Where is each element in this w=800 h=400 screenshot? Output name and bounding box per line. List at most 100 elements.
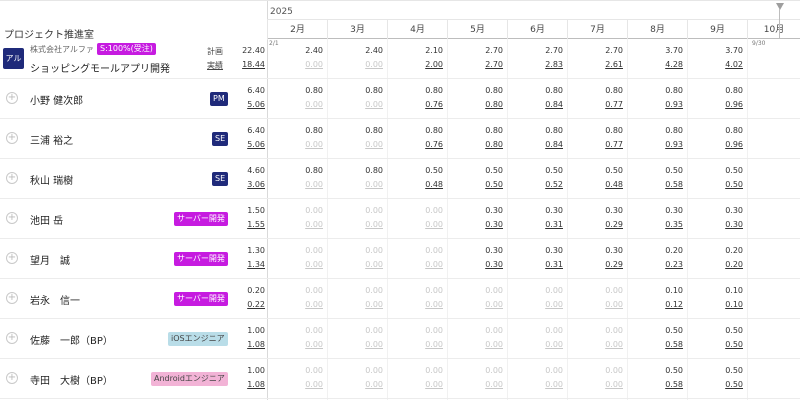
actual-cell[interactable]: 0.00: [328, 340, 383, 349]
plan-cell[interactable]: 2.40: [328, 46, 383, 55]
actual-cell[interactable]: 0.96: [688, 140, 743, 149]
member-name[interactable]: 佐藤 一郎（BP）: [30, 332, 113, 347]
plan-cell[interactable]: 0.80: [628, 126, 683, 135]
actual-cell[interactable]: 0.00: [388, 300, 443, 309]
plan-cell[interactable]: 0.00: [268, 366, 323, 375]
actual-cell[interactable]: 0.50: [688, 380, 743, 389]
actual-cell[interactable]: 0.20: [688, 260, 743, 269]
actual-cell[interactable]: 0.00: [268, 180, 323, 189]
actual-cell[interactable]: 0.77: [568, 140, 623, 149]
member-row[interactable]: + 小野 健次郎 PM 6.40 5.06 0.80 0.80 0.80 0.80 0.80 0.8…: [0, 79, 800, 119]
actual-cell[interactable]: 0.58: [628, 380, 683, 389]
plan-cell[interactable]: 0.50: [688, 326, 743, 335]
actual-cell[interactable]: 0.00: [268, 340, 323, 349]
actual-cell[interactable]: 0.48: [568, 180, 623, 189]
plan-cell[interactable]: 0.20: [628, 246, 683, 255]
member-name[interactable]: 小野 健次郎: [30, 92, 83, 107]
actual-cell[interactable]: 0.80: [448, 100, 503, 109]
actual-cell[interactable]: 0.96: [688, 100, 743, 109]
actual-cell[interactable]: 0.84: [508, 140, 563, 149]
actual-cell[interactable]: 0.00: [388, 380, 443, 389]
member-row[interactable]: + 秋山 瑞樹 SE 4.60 3.06 0.80 0.80 0.50 0.50 0.50 0.50…: [0, 159, 800, 199]
actual-cell[interactable]: 0.00: [448, 380, 503, 389]
actual-cell[interactable]: 0.00: [448, 300, 503, 309]
actual-cell[interactable]: 0.10: [688, 300, 743, 309]
plan-cell[interactable]: 2.40: [268, 46, 323, 55]
actual-cell[interactable]: 0.00: [268, 60, 323, 69]
plan-cell[interactable]: 0.80: [268, 126, 323, 135]
plan-cell[interactable]: 0.00: [508, 286, 563, 295]
plan-cell[interactable]: 0.80: [388, 86, 443, 95]
plan-cell[interactable]: 0.50: [388, 166, 443, 175]
plan-cell[interactable]: 0.00: [268, 206, 323, 215]
actual-cell[interactable]: 0.00: [328, 220, 383, 229]
plan-cell[interactable]: 0.00: [388, 366, 443, 375]
plan-cell[interactable]: 0.00: [388, 286, 443, 295]
plan-cell[interactable]: 0.80: [268, 86, 323, 95]
plan-cell[interactable]: 0.80: [688, 86, 743, 95]
plan-cell[interactable]: 0.00: [328, 286, 383, 295]
actual-cell[interactable]: 0.00: [508, 300, 563, 309]
plan-cell[interactable]: 0.50: [628, 166, 683, 175]
actual-cell[interactable]: 0.12: [628, 300, 683, 309]
plan-cell[interactable]: 0.80: [448, 126, 503, 135]
actual-cell[interactable]: 0.00: [508, 380, 563, 389]
plan-cell[interactable]: 0.00: [448, 326, 503, 335]
plan-cell[interactable]: 0.00: [448, 286, 503, 295]
member-name[interactable]: 三浦 裕之: [30, 132, 73, 147]
plan-cell[interactable]: 0.00: [568, 326, 623, 335]
plan-cell[interactable]: 0.50: [568, 166, 623, 175]
actual-cell[interactable]: 0.00: [508, 340, 563, 349]
plan-cell[interactable]: 0.50: [628, 366, 683, 375]
plan-cell[interactable]: 0.00: [508, 366, 563, 375]
actual-cell[interactable]: 0.76: [388, 140, 443, 149]
actual-cell[interactable]: 0.00: [268, 220, 323, 229]
plan-cell[interactable]: 0.50: [508, 166, 563, 175]
actual-cell[interactable]: 0.23: [628, 260, 683, 269]
plan-cell[interactable]: 0.80: [628, 86, 683, 95]
actual-cell[interactable]: 0.50: [688, 180, 743, 189]
actual-cell[interactable]: 0.77: [568, 100, 623, 109]
actual-cell[interactable]: 0.29: [568, 220, 623, 229]
actual-cell[interactable]: 0.00: [268, 380, 323, 389]
actual-cell[interactable]: 0.00: [268, 100, 323, 109]
plan-cell[interactable]: 0.20: [688, 246, 743, 255]
plan-cell[interactable]: 0.80: [268, 166, 323, 175]
plan-cell[interactable]: 2.10: [388, 46, 443, 55]
actual-cell[interactable]: 0.00: [328, 100, 383, 109]
add-circle-icon[interactable]: +: [6, 332, 18, 344]
plan-cell[interactable]: 0.80: [328, 126, 383, 135]
plan-cell[interactable]: 0.00: [328, 366, 383, 375]
plan-cell[interactable]: 0.00: [268, 326, 323, 335]
plan-cell[interactable]: 3.70: [688, 46, 743, 55]
actual-cell[interactable]: 0.35: [628, 220, 683, 229]
member-name[interactable]: 岩永 信一: [30, 292, 80, 307]
plan-cell[interactable]: 0.00: [268, 286, 323, 295]
plan-cell[interactable]: 0.80: [508, 86, 563, 95]
plan-cell[interactable]: 0.00: [448, 366, 503, 375]
plan-cell[interactable]: 0.00: [388, 246, 443, 255]
actual-cell[interactable]: 4.02: [688, 60, 743, 69]
add-circle-icon[interactable]: +: [6, 172, 18, 184]
plan-cell[interactable]: 0.30: [568, 206, 623, 215]
actual-cell[interactable]: 0.30: [448, 220, 503, 229]
actual-cell[interactable]: 0.93: [628, 100, 683, 109]
add-circle-icon[interactable]: +: [6, 92, 18, 104]
member-row[interactable]: + 望月 誠サーバー開発 1.30 1.34 0.00 0.00 0.00 0.30 0.30 0…: [0, 239, 800, 279]
add-circle-icon[interactable]: +: [6, 252, 18, 264]
plan-cell[interactable]: 0.30: [508, 246, 563, 255]
plan-cell[interactable]: 2.70: [448, 46, 503, 55]
plan-cell[interactable]: 0.10: [628, 286, 683, 295]
plan-cell[interactable]: 0.50: [448, 166, 503, 175]
plan-cell[interactable]: 0.00: [388, 206, 443, 215]
actual-cell[interactable]: 0.00: [568, 300, 623, 309]
actual-cell[interactable]: 0.00: [388, 220, 443, 229]
add-circle-icon[interactable]: +: [6, 372, 18, 384]
actual-cell[interactable]: 0.00: [328, 180, 383, 189]
plan-cell[interactable]: 0.30: [448, 206, 503, 215]
member-name[interactable]: 寺田 大樹（BP）: [30, 372, 113, 387]
plan-cell[interactable]: 0.80: [508, 126, 563, 135]
project-row[interactable]: アル 株式会社アルファ S:100%(受注) ショッピングモールアプリ開発 計画…: [0, 39, 800, 79]
project-name[interactable]: ショッピングモールアプリ開発: [30, 60, 170, 75]
plan-cell[interactable]: 0.00: [508, 326, 563, 335]
